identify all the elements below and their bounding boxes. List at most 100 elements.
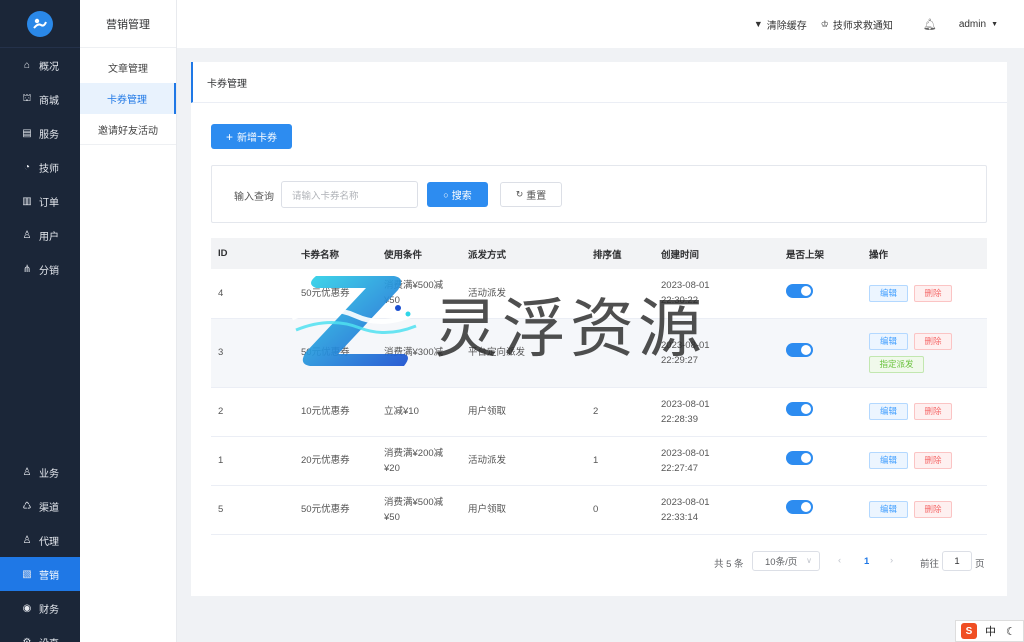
- username: admin: [958, 18, 987, 30]
- cell-online: [779, 269, 862, 319]
- online-toggle[interactable]: [786, 451, 813, 465]
- submenu-item-articles[interactable]: 文章管理: [80, 52, 176, 83]
- add-coupon-label: 新增卡券: [237, 133, 277, 144]
- ime-bar[interactable]: S 中 ☾: [955, 620, 1024, 642]
- submenu-item-invite[interactable]: 邀请好友活动: [80, 114, 176, 145]
- sidebar-item-distribution[interactable]: ⋔ 分销: [0, 252, 80, 286]
- moon-icon: ☾: [1006, 625, 1016, 638]
- cell-actions: 编辑 删除: [862, 387, 987, 437]
- cell-method: 平台定向派发: [461, 318, 586, 388]
- table-header-row: ID 卡券名称 使用条件 派发方式 排序值 创建时间 是否上架 操作: [211, 238, 987, 269]
- edit-button[interactable]: 编辑: [869, 501, 908, 518]
- sidebar-item-order[interactable]: ▥ 订单: [0, 184, 80, 218]
- cell-actions: 编辑 删除 指定派发: [862, 318, 987, 388]
- page-size-select[interactable]: 10条/页 ∨: [752, 551, 820, 571]
- edit-button[interactable]: 编辑: [869, 403, 908, 420]
- cell-id: 1: [211, 436, 294, 486]
- edit-button[interactable]: 编辑: [869, 332, 908, 350]
- cell-sort: 2: [586, 387, 654, 437]
- cell-online: [779, 485, 862, 535]
- col-online: 是否上架: [779, 238, 862, 269]
- cell-name: 50元优惠券: [294, 269, 377, 319]
- cell-created: 2023-08-01 22:28:39: [654, 387, 779, 437]
- table-row: 3 50元优惠券 消费满¥300减 平台定向派发 2023-08-01 22:29…: [211, 318, 987, 388]
- finance-icon: ◉: [22, 602, 32, 614]
- sidebar-item-technician[interactable]: ◔ 技师: [0, 150, 80, 184]
- delete-button[interactable]: 删除: [914, 452, 952, 469]
- sidebar-item-marketing[interactable]: ▧ 营销: [0, 557, 80, 591]
- sidebar-item-label: 概况: [39, 61, 59, 73]
- sidebar-item-label: 代理: [39, 536, 59, 548]
- sidebar-item-label: 商城: [39, 95, 59, 107]
- cell-condition: 消费满¥500减 ¥50: [377, 485, 461, 535]
- search-button[interactable]: ○ 搜索: [427, 182, 488, 207]
- delete-button[interactable]: 删除: [914, 403, 952, 420]
- sidebar-item-label: 用户: [39, 231, 59, 243]
- sidebar-item-label: 业务: [39, 468, 59, 480]
- cell-created: 2023-08-01 22:30:22: [654, 269, 779, 319]
- online-toggle[interactable]: [786, 283, 813, 298]
- table-row: 1 20元优惠券 消费满¥200减 ¥20 活动派发 1 2023-08-01 22…: [211, 436, 987, 486]
- submenu-item-coupons[interactable]: 卡券管理: [80, 83, 176, 114]
- prev-page-icon[interactable]: ‹: [838, 555, 841, 566]
- bell-icon[interactable]: 🔔︎: [923, 18, 937, 31]
- col-created: 创建时间: [654, 238, 779, 269]
- coupon-card: 卡券管理 + 新增卡券 输入查询 请输入卡券名称 ○ 搜索 ↻ 重置 ID 卡券…: [191, 62, 1007, 596]
- sidebar-item-channel[interactable]: ♺ 渠道: [0, 489, 80, 523]
- cell-online: [779, 387, 862, 437]
- online-toggle[interactable]: [786, 500, 813, 514]
- sidebar-item-label: 设直: [39, 635, 59, 642]
- sidebar-item-business[interactable]: ♙ 业务: [0, 455, 80, 489]
- sos-notice-button[interactable]: ♔ 技师求救通知: [821, 17, 893, 32]
- delete-button[interactable]: 删除: [914, 284, 952, 302]
- delete-button[interactable]: 删除: [914, 501, 952, 518]
- shop-icon: ⛫: [22, 92, 32, 104]
- cell-id: 4: [211, 269, 294, 319]
- table-row: 4 50元优惠券 消费满¥500减 ¥50 活动派发 2023-08-01 22:3…: [211, 269, 987, 319]
- sidebar-item-label: 营销: [39, 570, 59, 582]
- sidebar-item-service[interactable]: ▤ 服务: [0, 116, 80, 150]
- top-header: ▼ 清除缓存 ♔ 技师求救通知 🔔︎ admin ▼: [177, 0, 1024, 48]
- page-suffix: 页: [975, 559, 985, 570]
- app-logo[interactable]: [0, 0, 80, 48]
- search-input[interactable]: 请输入卡券名称: [281, 181, 418, 208]
- reset-button[interactable]: ↻ 重置: [500, 182, 562, 207]
- cell-condition: 立减¥10: [377, 387, 461, 437]
- sidebar-item-overview[interactable]: ⌂ 概况: [0, 48, 80, 82]
- sidebar-item-label: 服务: [39, 129, 59, 141]
- sos-notice-label: 技师求救通知: [832, 20, 893, 32]
- next-page-icon[interactable]: ›: [890, 555, 893, 566]
- sidebar-item-finance[interactable]: ◉ 财务: [0, 591, 80, 625]
- refresh-icon: ↻: [515, 189, 524, 199]
- user-menu[interactable]: admin ▼: [959, 19, 998, 30]
- page-number[interactable]: 1: [864, 556, 869, 567]
- online-toggle[interactable]: [786, 402, 813, 416]
- delete-button[interactable]: 删除: [914, 332, 952, 350]
- clear-cache-button[interactable]: ▼ 清除缓存: [754, 17, 807, 32]
- sidebar-item-shop[interactable]: ⛫ 商城: [0, 82, 80, 116]
- service-icon: ▤: [22, 127, 32, 139]
- search-icon: ○: [443, 189, 449, 200]
- col-name: 卡券名称: [294, 238, 377, 269]
- caret-down-icon: ▼: [991, 20, 998, 28]
- goto-page-input[interactable]: 1: [942, 551, 972, 571]
- cell-method: 活动派发: [461, 436, 586, 486]
- cell-sort: 1: [586, 436, 654, 486]
- logo-icon: [27, 10, 53, 37]
- cell-condition: 消费满¥300减: [377, 318, 461, 388]
- sidebar-item-user[interactable]: ♙ 用户: [0, 218, 80, 252]
- sidebar-item-label: 订单: [39, 197, 59, 209]
- cell-id: 3: [211, 318, 294, 388]
- sogou-icon: S: [961, 623, 977, 639]
- sidebar-item-label: 分销: [39, 265, 59, 277]
- add-coupon-button[interactable]: + 新增卡券: [211, 124, 292, 149]
- channel-icon: ♺: [22, 500, 32, 512]
- edit-button[interactable]: 编辑: [869, 452, 908, 469]
- online-toggle[interactable]: [786, 343, 813, 357]
- sidebar-item-settings[interactable]: ⚙ 设直: [0, 625, 80, 642]
- assign-button[interactable]: 指定派发: [869, 355, 924, 373]
- pagination: 共 5 条 10条/页 ∨ ‹ 1 › 前往 1 页: [191, 551, 1007, 571]
- edit-button[interactable]: 编辑: [869, 284, 908, 302]
- sidebar-item-agent[interactable]: ♙ 代理: [0, 523, 80, 557]
- sidebar-item-label: 渠道: [39, 502, 59, 514]
